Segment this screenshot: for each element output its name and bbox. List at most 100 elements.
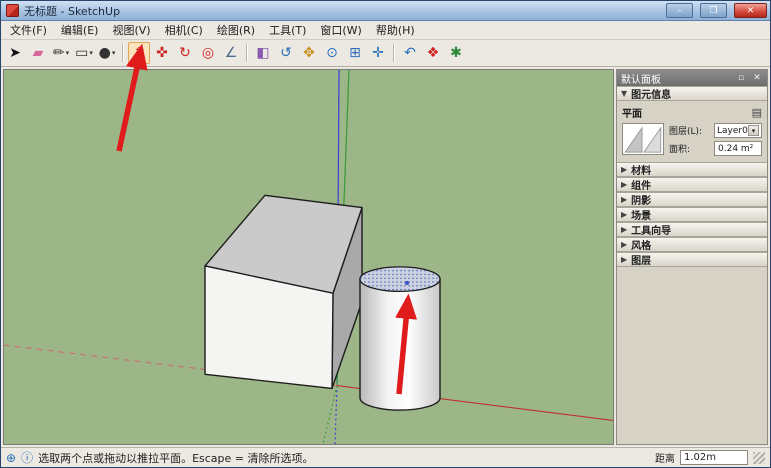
viewport-canvas[interactable]: [3, 69, 614, 445]
menu-window[interactable]: 窗口(W): [313, 20, 368, 40]
entity-detail-icon[interactable]: ▤: [752, 106, 762, 119]
materials-tool-button[interactable]: ❖: [422, 42, 444, 64]
geolocation-icon[interactable]: ⊕: [6, 451, 16, 465]
line-tool-button[interactable]: ✏▾: [50, 42, 72, 64]
rectangle-icon: ▭: [75, 46, 88, 60]
minimize-button[interactable]: –: [666, 3, 693, 18]
entity-type-label: 平面: [622, 105, 642, 120]
section-components[interactable]: ▶ 组件: [617, 177, 767, 192]
section-styles[interactable]: ▶ 风格: [617, 237, 767, 252]
move-tool-button[interactable]: ✜: [151, 42, 173, 64]
model-info-tool-button[interactable]: ✱: [445, 42, 467, 64]
collapsed-arrow-icon: ▶: [621, 195, 627, 204]
section-scenes-label: 场景: [631, 207, 651, 222]
pan-tool-button[interactable]: ✥: [298, 42, 320, 64]
cylinder-body: [360, 279, 440, 410]
previous-view-icon: ↶: [404, 46, 416, 60]
scene-svg: [4, 70, 613, 444]
title-bar: 无标题 - SketchUp – ❐ ✕: [1, 1, 770, 21]
menu-draw[interactable]: 绘图(R): [210, 20, 262, 40]
select-tool-button[interactable]: ➤: [4, 42, 26, 64]
zoom-extents-icon: ✛: [372, 46, 384, 60]
cylinder-top-selection: [360, 267, 440, 291]
rotate-tool-button[interactable]: ↻: [174, 42, 196, 64]
section-components-label: 组件: [631, 177, 651, 192]
zoom-icon: ⊙: [326, 46, 338, 60]
maximize-button[interactable]: ❐: [700, 3, 727, 18]
collapsed-arrow-icon: ▶: [621, 180, 627, 189]
main-area: 默认面板 ▫ ✕ ▼ 图元信息 平面 ▤: [1, 67, 770, 447]
section-shadows[interactable]: ▶ 阴影: [617, 192, 767, 207]
zoom-window-tool-button[interactable]: ⊞: [344, 42, 366, 64]
tool-bar: ➤ ▰ ✏▾ ▭▾ ●▾ ⇧ ✜ ↻ ◎ ∠ ◧ ↺ ✥ ⊙ ⊞ ✛ ↶ ❖ ✱: [1, 40, 770, 67]
line-dropdown-icon[interactable]: ▾: [66, 50, 70, 57]
panel-close-icon[interactable]: ✕: [751, 73, 763, 83]
section-materials-label: 材料: [631, 162, 651, 177]
menu-camera[interactable]: 相机(C): [158, 20, 210, 40]
rectangle-dropdown-icon[interactable]: ▾: [89, 50, 93, 57]
section-layers-label: 图层: [631, 252, 651, 267]
section-scenes[interactable]: ▶ 场景: [617, 207, 767, 222]
inference-point: [405, 281, 409, 285]
layer-label: 图层(L):: [669, 124, 711, 137]
menu-edit[interactable]: 编辑(E): [54, 20, 106, 40]
panel-header: 默认面板 ▫ ✕: [617, 70, 767, 86]
entity-info-header[interactable]: ▼ 图元信息: [617, 86, 767, 101]
menu-tools[interactable]: 工具(T): [262, 20, 313, 40]
panel-pin-icon[interactable]: ▫: [735, 73, 747, 83]
section-instructor-label: 工具向导: [631, 222, 671, 237]
zoom-extents-tool-button[interactable]: ✛: [367, 42, 389, 64]
menu-bar: 文件(F) 编辑(E) 视图(V) 相机(C) 绘图(R) 工具(T) 窗口(W…: [1, 21, 770, 40]
previous-view-tool-button[interactable]: ↶: [399, 42, 421, 64]
circle-tool-button[interactable]: ●▾: [96, 42, 118, 64]
entity-info-body: 平面 ▤ 图层(L): Layer0 ▾: [617, 101, 767, 162]
zoom-window-icon: ⊞: [349, 46, 361, 60]
circle-icon: ●: [99, 46, 111, 60]
circle-dropdown-icon[interactable]: ▾: [112, 50, 116, 57]
expanded-arrow-icon: ▼: [621, 89, 627, 98]
paint-bucket-tool-button[interactable]: ◧: [252, 42, 274, 64]
rectangle-tool-button[interactable]: ▭▾: [73, 42, 95, 64]
push-pull-icon: ⇧: [133, 46, 145, 60]
collapsed-arrow-icon: ▶: [621, 225, 627, 234]
section-shadows-label: 阴影: [631, 192, 651, 207]
select-icon: ➤: [9, 46, 21, 60]
zoom-tool-button[interactable]: ⊙: [321, 42, 343, 64]
collapsed-arrow-icon: ▶: [621, 165, 627, 174]
menu-help[interactable]: 帮助(H): [369, 20, 422, 40]
collapsed-arrow-icon: ▶: [621, 255, 627, 264]
section-materials[interactable]: ▶ 材料: [617, 162, 767, 177]
default-panel: 默认面板 ▫ ✕ ▼ 图元信息 平面 ▤: [616, 69, 768, 445]
measurement-label: 距离: [655, 450, 675, 465]
close-button[interactable]: ✕: [734, 3, 767, 18]
face-preview: [622, 123, 664, 155]
section-instructor[interactable]: ▶ 工具向导: [617, 222, 767, 237]
push-pull-tool-button[interactable]: ⇧: [128, 42, 150, 64]
collapsed-arrow-icon: ▶: [621, 210, 627, 219]
section-layers[interactable]: ▶ 图层: [617, 252, 767, 267]
tape-measure-tool-button[interactable]: ∠: [220, 42, 242, 64]
layer-select[interactable]: Layer0 ▾: [714, 123, 762, 138]
layer-dropdown-icon[interactable]: ▾: [748, 125, 759, 136]
menu-view[interactable]: 视图(V): [105, 20, 157, 40]
pan-icon: ✥: [303, 46, 315, 60]
status-bar: ⊕ ⓘ 选取两个点或拖动以推拉平面。Escape = 清除所选项。 距离 1.0…: [1, 447, 770, 467]
tape-measure-icon: ∠: [225, 46, 238, 60]
resize-grip[interactable]: [753, 452, 765, 464]
toolbar-separator: [246, 44, 248, 62]
toolbar-separator: [393, 44, 395, 62]
collapsed-arrow-icon: ▶: [621, 240, 627, 249]
area-label: 面积:: [669, 142, 711, 155]
eraser-tool-button[interactable]: ▰: [27, 42, 49, 64]
measurement-box[interactable]: 1.02m: [680, 450, 748, 465]
menu-file[interactable]: 文件(F): [3, 20, 54, 40]
sketchup-window: 无标题 - SketchUp – ❐ ✕ 文件(F) 编辑(E) 视图(V) 相…: [0, 0, 771, 468]
section-styles-label: 风格: [631, 237, 651, 252]
paint-bucket-icon: ◧: [256, 46, 269, 60]
toolbar-separator: [122, 44, 124, 62]
offset-tool-button[interactable]: ◎: [197, 42, 219, 64]
info-icon[interactable]: ⓘ: [21, 449, 33, 466]
area-value: 0.24 m²: [714, 141, 762, 156]
layer-value: Layer0: [717, 126, 748, 136]
orbit-tool-button[interactable]: ↺: [275, 42, 297, 64]
